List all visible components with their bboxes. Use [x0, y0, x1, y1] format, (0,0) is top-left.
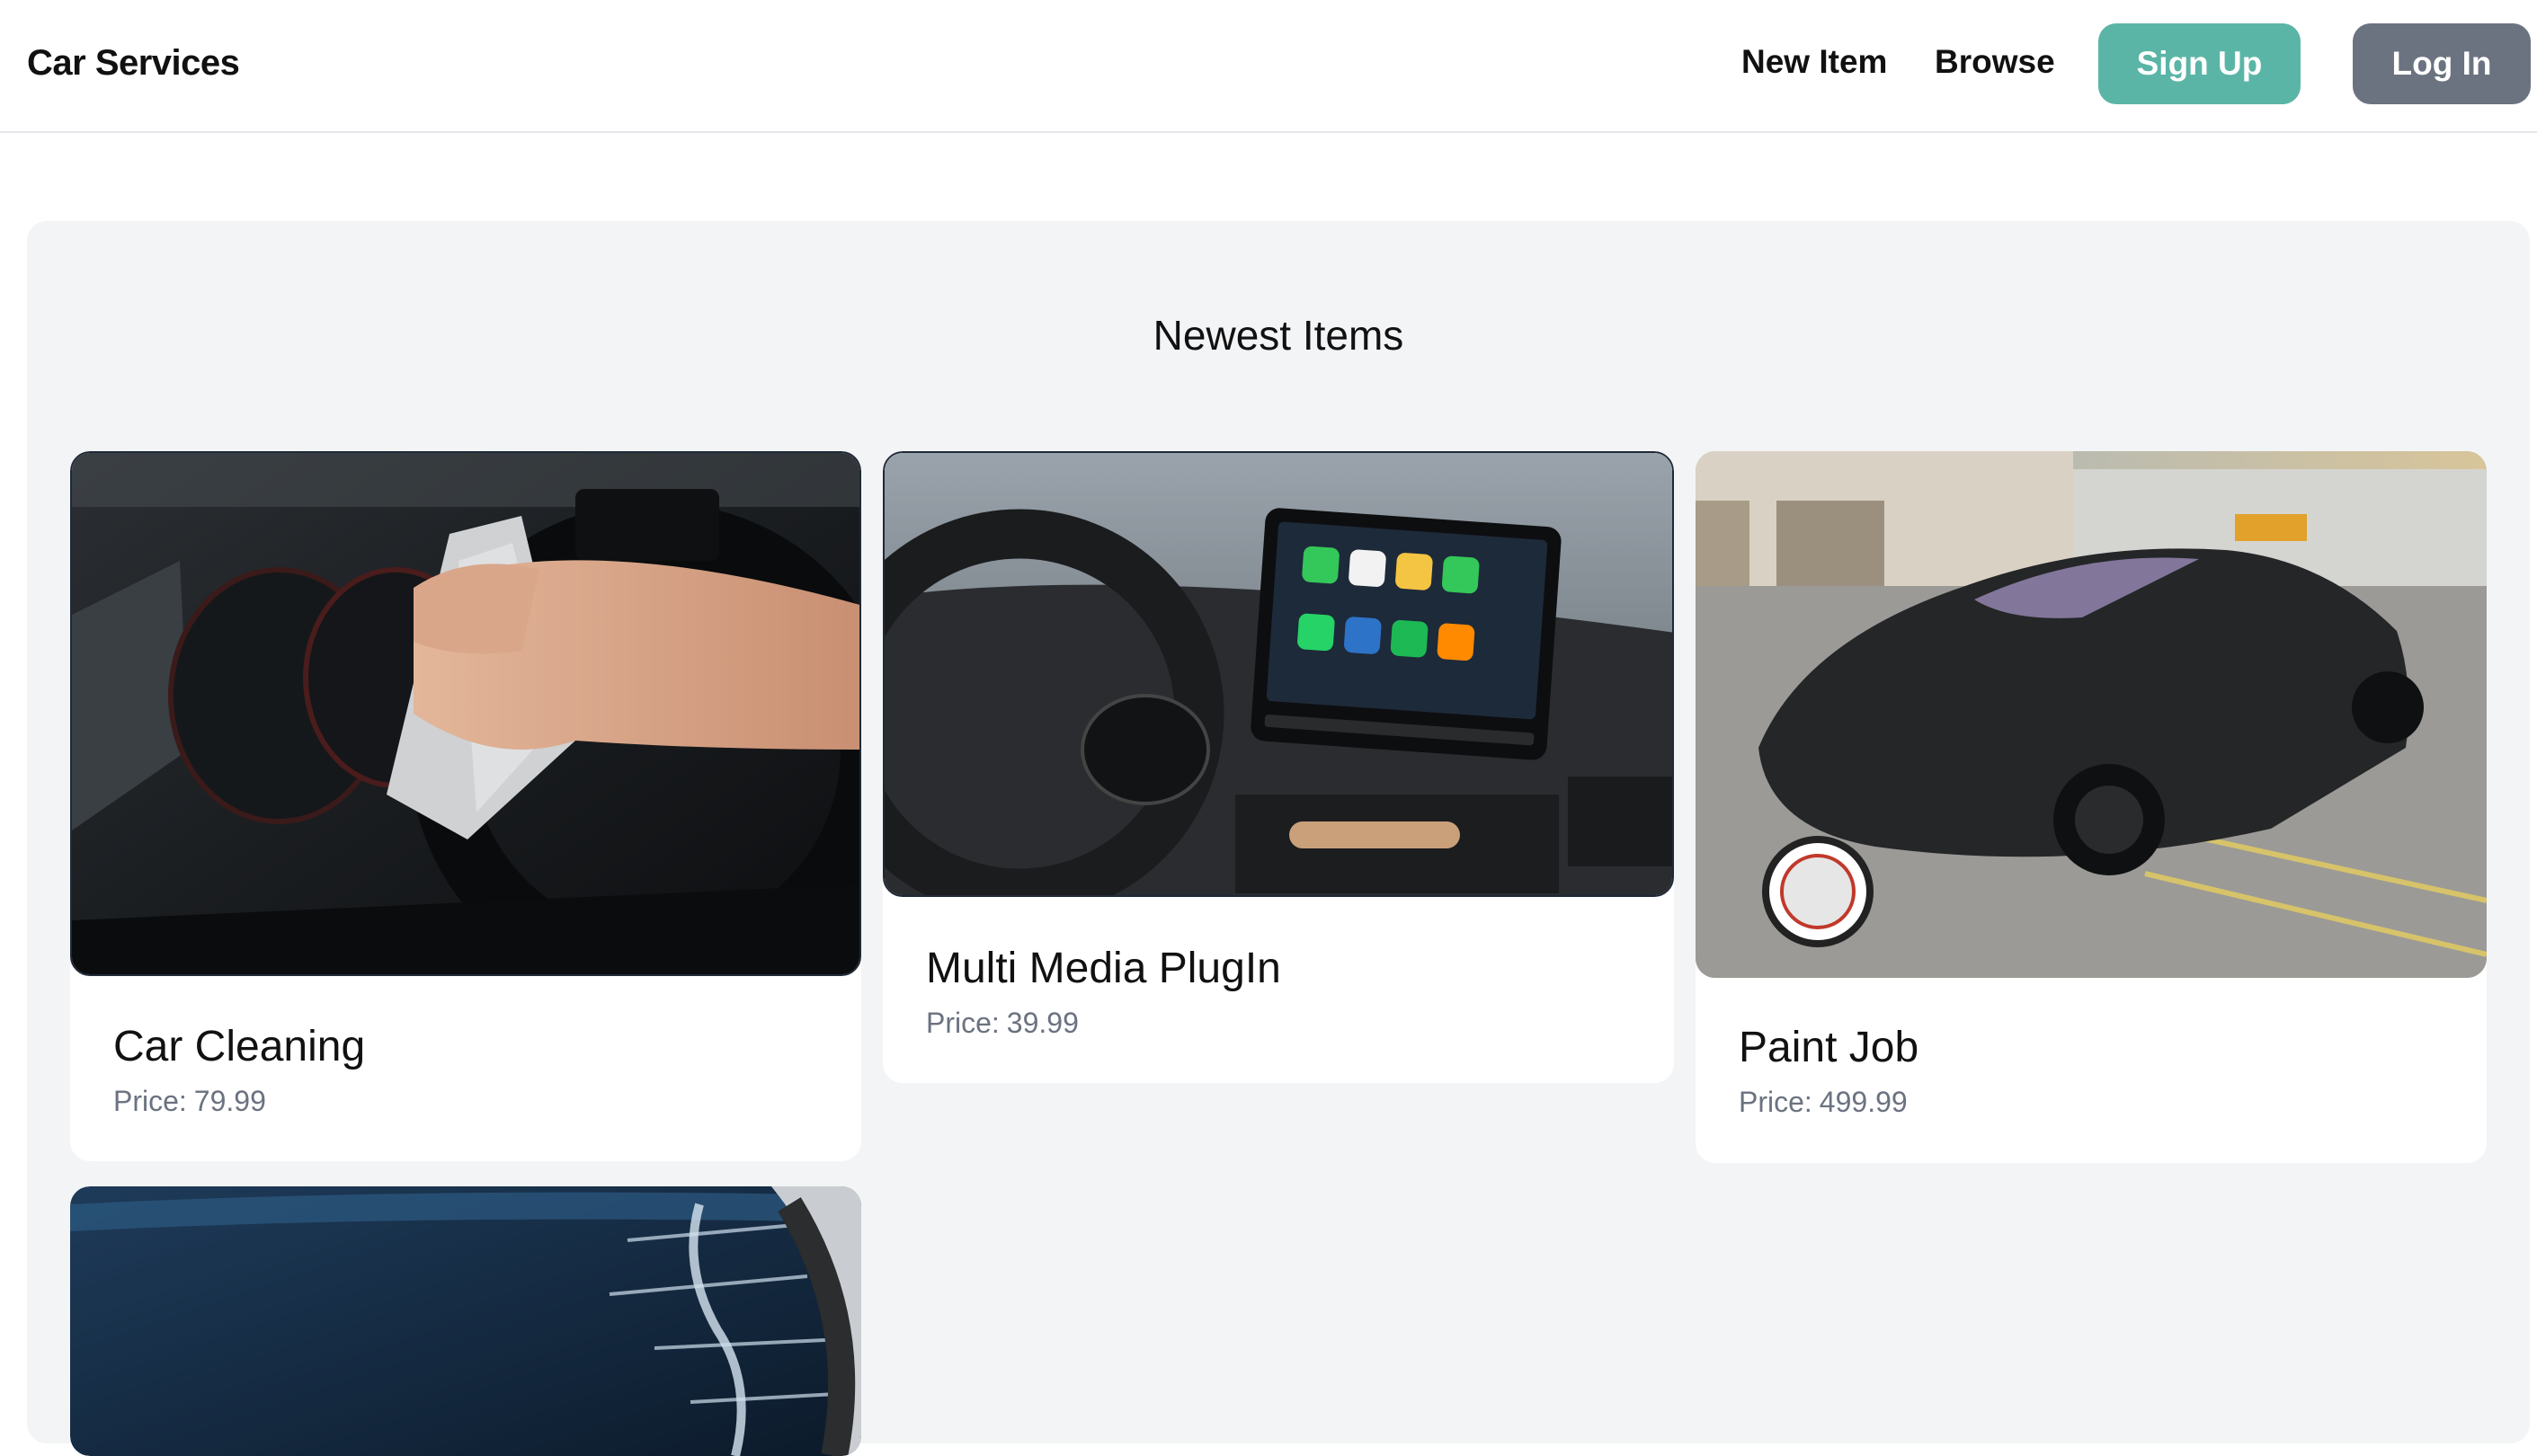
- newest-items-panel: Newest Items Car Cleaning Price: 79.99 M…: [27, 221, 2530, 1456]
- item-price: Price: 79.99: [113, 1085, 266, 1118]
- car-interior-cleaning-photo: [72, 453, 859, 974]
- sign-up-button[interactable]: Sign Up: [2098, 23, 2301, 104]
- item-price: Price: 39.99: [926, 1007, 1079, 1040]
- item-card-multi-media-plugin[interactable]: Multi Media PlugIn Price: 39.99: [883, 451, 1674, 1083]
- brand-logo-text[interactable]: Car Services: [27, 43, 240, 84]
- item-card-paint-job[interactable]: Paint Job Price: 499.99: [1696, 451, 2487, 1163]
- price-value: 499.99: [1819, 1086, 1908, 1118]
- nav-new-item-link[interactable]: New Item: [1741, 43, 1887, 81]
- price-label: Price:: [113, 1085, 187, 1117]
- item-price: Price: 499.99: [1739, 1086, 1908, 1119]
- price-label: Price:: [926, 1007, 1000, 1039]
- price-value: 79.99: [193, 1085, 266, 1117]
- item-title[interactable]: Paint Job: [1739, 1023, 1918, 1072]
- item-card-car-cleaning[interactable]: Car Cleaning Price: 79.99: [70, 451, 861, 1161]
- nav-browse-link[interactable]: Browse: [1935, 43, 2055, 81]
- matte-black-car-photo: [1696, 451, 2487, 978]
- item-image-scratch-repair[interactable]: [70, 1186, 861, 1456]
- item-title[interactable]: Car Cleaning: [113, 1022, 365, 1071]
- item-title[interactable]: Multi Media PlugIn: [926, 944, 1281, 993]
- top-navbar: Car Services New Item Browse Sign Up Log…: [0, 0, 2537, 133]
- price-value: 39.99: [1006, 1007, 1079, 1039]
- item-image-paint-job[interactable]: [1696, 451, 2487, 978]
- log-in-button[interactable]: Log In: [2353, 23, 2531, 104]
- item-card-scratch-repair[interactable]: [70, 1186, 861, 1456]
- item-image-car-cleaning[interactable]: [70, 451, 861, 976]
- item-image-multi-media-plugin[interactable]: [883, 451, 1674, 897]
- section-title: Newest Items: [1153, 312, 1404, 359]
- car-infotainment-screen-photo: [885, 453, 1672, 895]
- scratched-car-paint-photo: [70, 1186, 861, 1456]
- price-label: Price:: [1739, 1086, 1812, 1118]
